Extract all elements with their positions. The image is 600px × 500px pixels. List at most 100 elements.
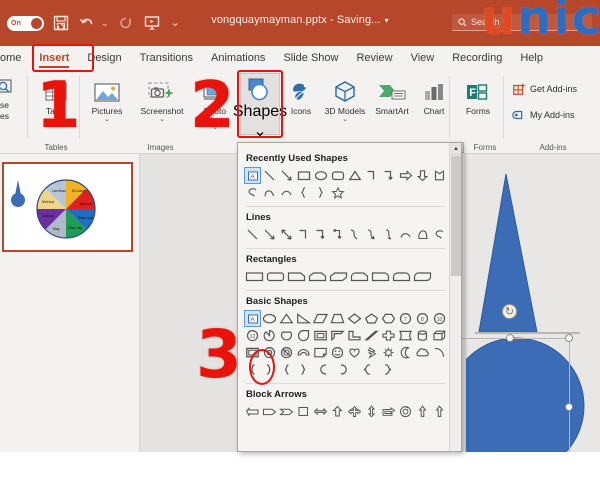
tab-design[interactable]: Design: [78, 46, 130, 70]
shape-arc[interactable]: [278, 184, 295, 201]
shape-folded-corner[interactable]: [312, 344, 329, 361]
slide-thumbnail-1[interactable]: Du hang Mat luot Phan qua Chuc mg May Ma…: [2, 162, 133, 252]
shape-up-arrow-2[interactable]: [414, 403, 431, 420]
tab-transitions[interactable]: Transitions: [131, 46, 202, 70]
dropdown-scrollbar[interactable]: ▲: [449, 143, 461, 451]
shape-basic-textbox[interactable]: A: [244, 310, 261, 327]
shape-left-brace[interactable]: [295, 184, 312, 201]
shape-right-bracket[interactable]: [261, 361, 278, 378]
shape-isosceles-triangle[interactable]: [346, 167, 363, 184]
shape-elbow-connector-2[interactable]: [295, 226, 312, 243]
tab-animations[interactable]: Animations: [202, 46, 274, 70]
shape-snip-diagonal[interactable]: [328, 268, 349, 285]
shape-textbox[interactable]: A: [244, 167, 261, 184]
undo-icon[interactable]: [78, 14, 96, 32]
shape-lightning-bolt[interactable]: [363, 344, 380, 361]
shape-decagon[interactable]: 10: [431, 310, 448, 327]
shape-left-bracket[interactable]: [244, 361, 261, 378]
shape-donut[interactable]: [261, 344, 278, 361]
tab-review[interactable]: Review: [347, 46, 401, 70]
shape-snip-same-side[interactable]: [307, 268, 328, 285]
shape-basic-oval[interactable]: [261, 310, 278, 327]
shape-left-brace-basic[interactable]: [278, 361, 295, 378]
shape-moon[interactable]: [397, 344, 414, 361]
shape-round-diagonal[interactable]: [412, 268, 433, 285]
shape-notched-arrow[interactable]: [295, 403, 312, 420]
selection-handle-top[interactable]: [506, 334, 514, 342]
shape-half-frame[interactable]: [329, 327, 346, 344]
start-presentation-icon[interactable]: [143, 14, 161, 32]
smartart-button[interactable]: SmartArt: [368, 75, 416, 116]
shape-parallelogram[interactable]: [312, 310, 329, 327]
shape-no-symbol[interactable]: [278, 344, 295, 361]
shape-left-brace-wide[interactable]: [356, 361, 378, 378]
rotation-handle[interactable]: ↻: [502, 304, 517, 319]
shape-elbow-arrow-connector[interactable]: [380, 167, 397, 184]
search-input[interactable]: Search: [452, 14, 592, 31]
shape-circular-arrow[interactable]: [397, 403, 414, 420]
scrollbar-thumb[interactable]: [451, 156, 461, 276]
my-addins-button[interactable]: My Add-ins: [512, 108, 575, 122]
icons-button[interactable]: Icons: [282, 75, 320, 116]
shape-octagon[interactable]: 8: [414, 310, 431, 327]
shape-line-double-arrow[interactable]: [278, 226, 295, 243]
shapes-dropdown-menu[interactable]: Recently Used Shapes A: [237, 142, 462, 452]
shape-pentagon-arrow[interactable]: [261, 403, 278, 420]
shape-rounded-rectangle[interactable]: [329, 167, 346, 184]
shape-oval[interactable]: [312, 167, 329, 184]
tab-help[interactable]: Help: [511, 46, 552, 70]
shape-right-brace-wide[interactable]: [378, 361, 400, 378]
shape-round-single-corner[interactable]: [370, 268, 391, 285]
shape-up-arrow-3[interactable]: [431, 403, 448, 420]
customize-quick-access-icon[interactable]: ⌄: [171, 18, 180, 29]
shape-scribble-line[interactable]: [431, 226, 448, 243]
shape-curved-double-arrow[interactable]: [380, 226, 397, 243]
photo-album-button[interactable]: Photo Album ⌄: [192, 75, 238, 131]
shape-curve[interactable]: [261, 184, 278, 201]
tab-view[interactable]: View: [402, 46, 444, 70]
shape-diamond[interactable]: [346, 310, 363, 327]
tab-home[interactable]: ome: [0, 46, 30, 70]
shape-bent-arrow[interactable]: [244, 403, 261, 420]
redo-icon[interactable]: [117, 14, 135, 32]
shape-rectangle[interactable]: [295, 167, 312, 184]
get-addins-button[interactable]: Get Add-ins: [512, 82, 577, 96]
shape-diagonal-stripe[interactable]: [363, 327, 380, 344]
shape-scribble[interactable]: [244, 184, 261, 201]
shape-right-triangle[interactable]: [295, 310, 312, 327]
shape-smiley-face[interactable]: [329, 344, 346, 361]
shape-curved-arrow[interactable]: [363, 226, 380, 243]
shape-up-down-arrow[interactable]: [363, 403, 380, 420]
shape-star-5[interactable]: [329, 184, 346, 201]
tab-insert[interactable]: Insert: [30, 46, 78, 70]
shape-round-same-side[interactable]: [391, 268, 412, 285]
shape-right-brace-basic[interactable]: [295, 361, 312, 378]
shape-rect-rounded[interactable]: [265, 268, 286, 285]
shape-line-single-arrow[interactable]: [261, 226, 278, 243]
shape-right-arrow[interactable]: [397, 167, 414, 184]
shape-down-arrow[interactable]: [414, 167, 431, 184]
shape-cube[interactable]: [431, 327, 448, 344]
shapes-button[interactable]: Shapes ⌄: [240, 73, 280, 135]
shape-left-bracket-wide[interactable]: [312, 361, 334, 378]
shape-frame[interactable]: [312, 327, 329, 344]
autosave-toggle[interactable]: On: [7, 16, 44, 31]
shape-heptagon[interactable]: 7: [397, 310, 414, 327]
shape-elbow-arrow[interactable]: [312, 226, 329, 243]
shape-basic-triangle[interactable]: [278, 310, 295, 327]
tab-slide-show[interactable]: Slide Show: [274, 46, 347, 70]
shape-rect-plain[interactable]: [244, 268, 265, 285]
shape-snip-single-corner[interactable]: [286, 268, 307, 285]
screenshot-button[interactable]: Screenshot ⌄: [134, 75, 190, 123]
shape-cloud[interactable]: [414, 344, 431, 361]
3d-models-button[interactable]: 3D Models ⌄: [322, 75, 368, 123]
forms-button[interactable]: F Forms: [455, 75, 501, 116]
shape-elbow-connector[interactable]: [363, 167, 380, 184]
shape-pie[interactable]: [261, 327, 278, 344]
shape-line[interactable]: [261, 167, 278, 184]
selection-handle-right[interactable]: [565, 403, 573, 411]
shape-curved-connector[interactable]: [346, 226, 363, 243]
chart-button[interactable]: Chart: [416, 75, 452, 116]
scroll-up-arrow-icon[interactable]: ▲: [450, 143, 462, 155]
shape-quad-arrow[interactable]: [346, 403, 363, 420]
